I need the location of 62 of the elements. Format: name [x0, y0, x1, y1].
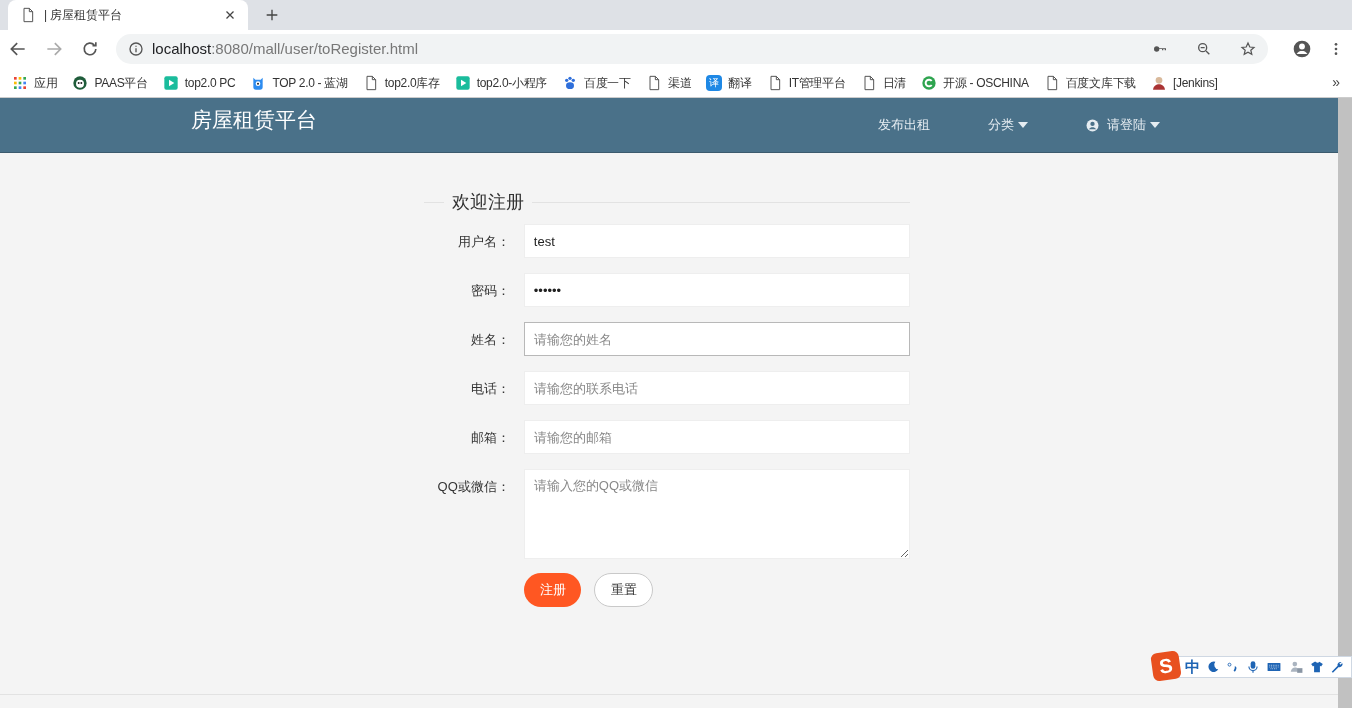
bookmark-link[interactable]: TOP 2.0 - 蓝湖 — [250, 73, 348, 92]
user-icon — [1086, 118, 1099, 132]
wrench-icon — [1330, 660, 1344, 674]
close-icon — [224, 9, 236, 21]
play-icon — [454, 74, 471, 91]
field-label: 姓名： — [469, 331, 511, 349]
page-icon — [20, 7, 36, 23]
bookmark-link[interactable]: top2.0 PC — [162, 73, 236, 92]
address-bar[interactable]: localhost:8080/mall/user/toRegister.html — [116, 34, 1268, 64]
star-icon — [1240, 41, 1256, 57]
avatar-icon — [1150, 74, 1167, 91]
user-badge-icon — [1288, 660, 1304, 674]
info-icon — [128, 41, 144, 57]
keyboard-icon — [1266, 660, 1282, 674]
bookmark-link[interactable]: 日清 — [860, 73, 906, 92]
ime-mode-label[interactable]: 中 — [1185, 655, 1200, 679]
bookmark-link[interactable]: 开源 - OSCHINA — [921, 73, 1029, 92]
input-field[interactable]: 请输您的姓名 — [523, 322, 910, 356]
microphone-icon — [1246, 660, 1260, 674]
bookmark-link[interactable]: 应用 — [12, 73, 58, 92]
nav-dropdown[interactable]: 请登陆 — [1086, 115, 1160, 135]
bookmark-link[interactable]: 渠道 — [645, 73, 692, 92]
panda-icon — [72, 74, 89, 91]
moon-icon — [1206, 660, 1220, 674]
bookmark-link[interactable]: IT管理平台 — [766, 73, 846, 92]
plus-icon — [264, 7, 280, 23]
reload-icon — [80, 39, 100, 59]
field-label: 用户名： — [456, 233, 511, 251]
field-label: 电话： — [469, 380, 511, 398]
text-area[interactable]: 请输入您的QQ或微信 — [523, 469, 910, 559]
input-field[interactable]: •••••• — [523, 273, 910, 307]
field-label: 邮箱： — [469, 429, 511, 447]
input-field[interactable]: test — [523, 224, 910, 258]
nav-dropdown[interactable]: 分类 — [988, 115, 1028, 135]
field-label: 密码： — [469, 282, 511, 300]
bookmark-link[interactable]: 百度一下 — [562, 73, 631, 92]
more-bookmarks-button[interactable]: » — [1332, 72, 1340, 93]
nav-link[interactable]: 发布出租 — [878, 115, 930, 135]
ime-logo[interactable]: S — [1150, 650, 1182, 682]
url-text: localhost:8080/mall/user/toRegister.html — [152, 38, 418, 59]
site-brand[interactable]: 房屋租赁平台 — [191, 104, 317, 136]
field-label: QQ或微信： — [436, 478, 511, 496]
caret-icon — [1018, 122, 1028, 128]
reset-button[interactable]: 重置 — [594, 573, 653, 607]
bookmark-link[interactable]: 译 翻译 — [706, 73, 752, 92]
apps-grid-icon — [12, 74, 28, 91]
scrollbar[interactable] — [1338, 98, 1352, 708]
tab-title: | 房屋租赁平台 — [44, 7, 124, 24]
shirt-icon — [1310, 660, 1324, 674]
translate-icon: 译 — [706, 74, 723, 91]
bookmark-link[interactable]: top2.0库存 — [362, 73, 440, 92]
caret-icon — [1150, 122, 1160, 128]
bookmark-link[interactable]: [Jenkins] — [1150, 73, 1218, 92]
form-legend: 欢迎注册 — [444, 189, 532, 216]
bookmark-link[interactable]: PAAS平台 — [72, 73, 148, 92]
bookmark-link[interactable]: top2.0-小程序 — [454, 73, 548, 92]
play-icon — [162, 74, 179, 91]
browser-tab[interactable]: | 房屋租赁平台 — [8, 0, 248, 30]
bookmark-link[interactable]: 百度文库下载 — [1043, 73, 1136, 92]
account-icon — [1292, 39, 1312, 59]
zoom-out-icon — [1196, 41, 1212, 57]
letter-c-icon — [921, 74, 937, 91]
